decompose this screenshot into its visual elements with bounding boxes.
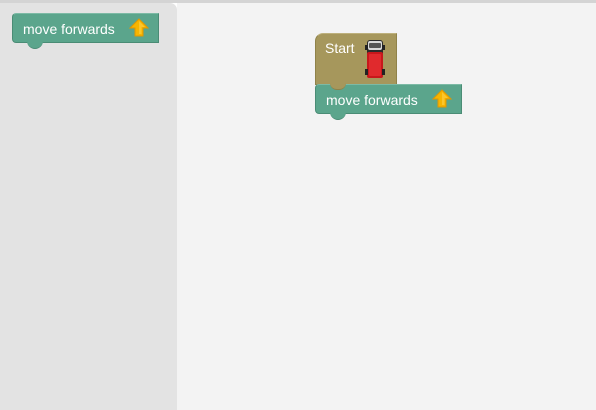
block-notch: [330, 112, 346, 120]
start-block[interactable]: Start: [315, 33, 397, 90]
block-editor: move forwards Start move forwards: [0, 0, 596, 410]
workspace[interactable]: Start move forwards: [177, 3, 596, 410]
toolbox-move-forwards-block[interactable]: move forwards: [12, 13, 159, 49]
car-icon: [365, 40, 385, 78]
block-label: move forwards: [23, 21, 115, 37]
up-arrow-icon: [129, 18, 149, 37]
up-arrow-icon: [432, 89, 452, 108]
start-label: Start: [325, 40, 355, 56]
block-label: move forwards: [326, 92, 418, 108]
block-notch: [27, 41, 43, 49]
toolbox: move forwards: [0, 3, 177, 410]
